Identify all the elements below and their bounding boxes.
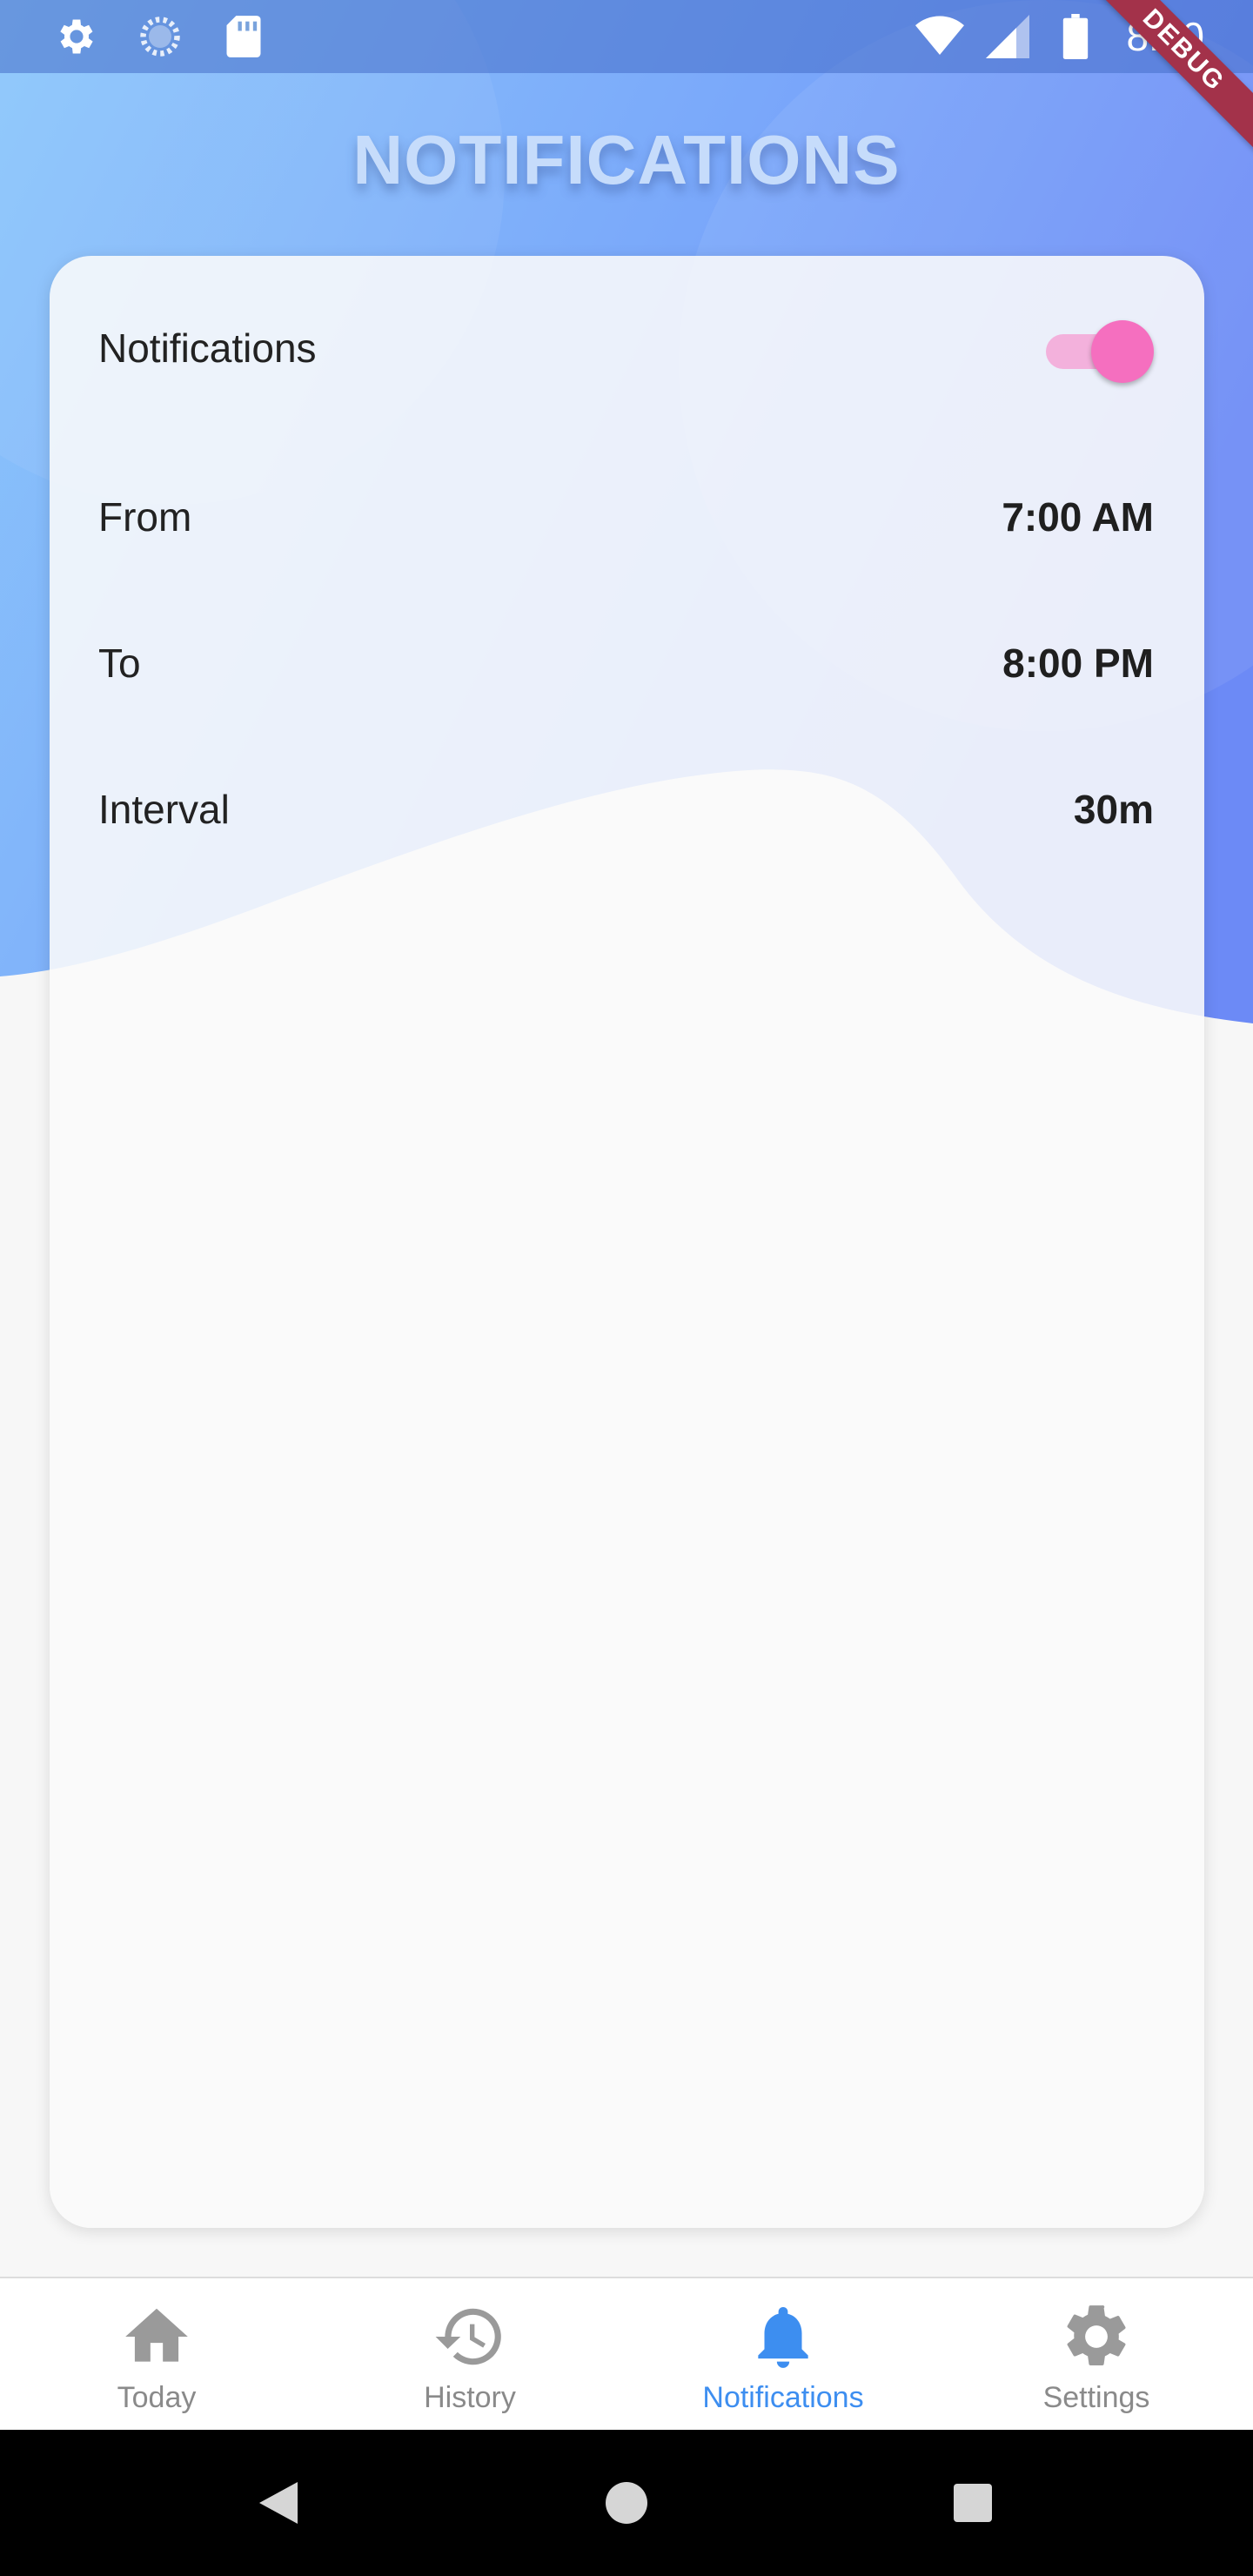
notifications-toggle-row[interactable]: Notifications xyxy=(98,313,1154,383)
from-time-row[interactable]: From 7:00 AM xyxy=(98,491,1154,543)
loading-icon xyxy=(136,12,184,61)
status-bar: 8:00 DEBUG xyxy=(0,0,1253,157)
history-icon xyxy=(431,2298,509,2376)
from-time-value[interactable]: 7:00 AM xyxy=(1002,493,1154,540)
nav-label-notifications: Notifications xyxy=(702,2381,864,2414)
to-time-row[interactable]: To 8:00 PM xyxy=(98,637,1154,689)
wifi-icon xyxy=(915,12,965,61)
to-time-value[interactable]: 8:00 PM xyxy=(1002,640,1154,687)
app-screen: 8:00 DEBUG NOTIFICATIONS Notifications F… xyxy=(0,0,1253,2576)
nav-label-settings: Settings xyxy=(1042,2381,1150,2414)
system-navigation-bar xyxy=(0,2430,1253,2576)
home-icon xyxy=(117,2298,196,2376)
notification-settings-card: Notifications From 7:00 AM To 8:00 PM In… xyxy=(50,256,1204,2228)
nav-item-today[interactable]: Today xyxy=(0,2278,313,2432)
toggle-thumb[interactable] xyxy=(1091,320,1154,383)
recents-icon[interactable] xyxy=(948,2479,997,2527)
battery-icon xyxy=(1051,12,1100,61)
bell-icon xyxy=(744,2298,822,2376)
notifications-toggle[interactable] xyxy=(1041,313,1154,383)
nav-label-today: Today xyxy=(117,2381,197,2414)
notifications-label: Notifications xyxy=(98,325,317,371)
back-icon[interactable] xyxy=(254,2479,303,2527)
to-label: To xyxy=(98,641,141,686)
interval-label: Interval xyxy=(98,787,230,832)
sd-card-icon xyxy=(219,12,268,61)
home-circle-icon[interactable] xyxy=(602,2479,651,2527)
interval-value[interactable]: 30m xyxy=(1074,786,1154,833)
status-left-icons xyxy=(52,12,268,61)
from-label: From xyxy=(98,494,192,540)
interval-row[interactable]: Interval 30m xyxy=(98,783,1154,835)
nav-item-history[interactable]: History xyxy=(313,2278,626,2432)
gear-icon xyxy=(1057,2298,1136,2376)
nav-item-settings[interactable]: Settings xyxy=(940,2278,1253,2432)
bottom-navigation: Today History Notifications Settings xyxy=(0,2277,1253,2432)
signal-icon xyxy=(983,12,1032,61)
page-title: NOTIFICATIONS xyxy=(352,121,901,198)
gear-icon xyxy=(52,12,101,61)
nav-label-history: History xyxy=(424,2381,516,2414)
nav-item-notifications[interactable]: Notifications xyxy=(626,2278,940,2432)
